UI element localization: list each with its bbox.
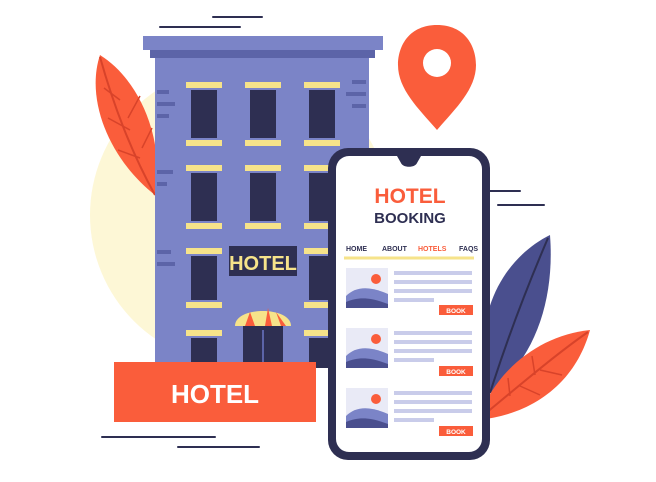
book-button-label: BOOK — [446, 308, 466, 315]
hotel-banner-label: HOTEL — [171, 379, 259, 409]
book-button-label: BOOK — [446, 429, 466, 436]
location-pin-icon — [398, 25, 476, 130]
nav-item-about[interactable]: ABOUT — [382, 246, 408, 253]
hotel-sign-text: HOTEL — [229, 253, 297, 275]
nav-item-home[interactable]: HOME — [346, 246, 367, 253]
app-title-line2: BOOKING — [374, 210, 446, 227]
book-button-label: BOOK — [446, 369, 466, 376]
nav-item-hotels[interactable]: HOTELS — [418, 246, 447, 253]
app-title-line1: HOTEL — [374, 185, 445, 208]
nav-item-faqs[interactable]: FAQS — [459, 246, 478, 253]
hotel-banner: HOTEL — [114, 362, 316, 422]
phone: HOTEL BOOKING HOME ABOUT HOTELS FAQS BOO… — [328, 148, 490, 460]
hotel-booking-illustration: HOTEL HOTEL HOTEL BOOKING HOME ABOUT HOT… — [90, 16, 590, 460]
